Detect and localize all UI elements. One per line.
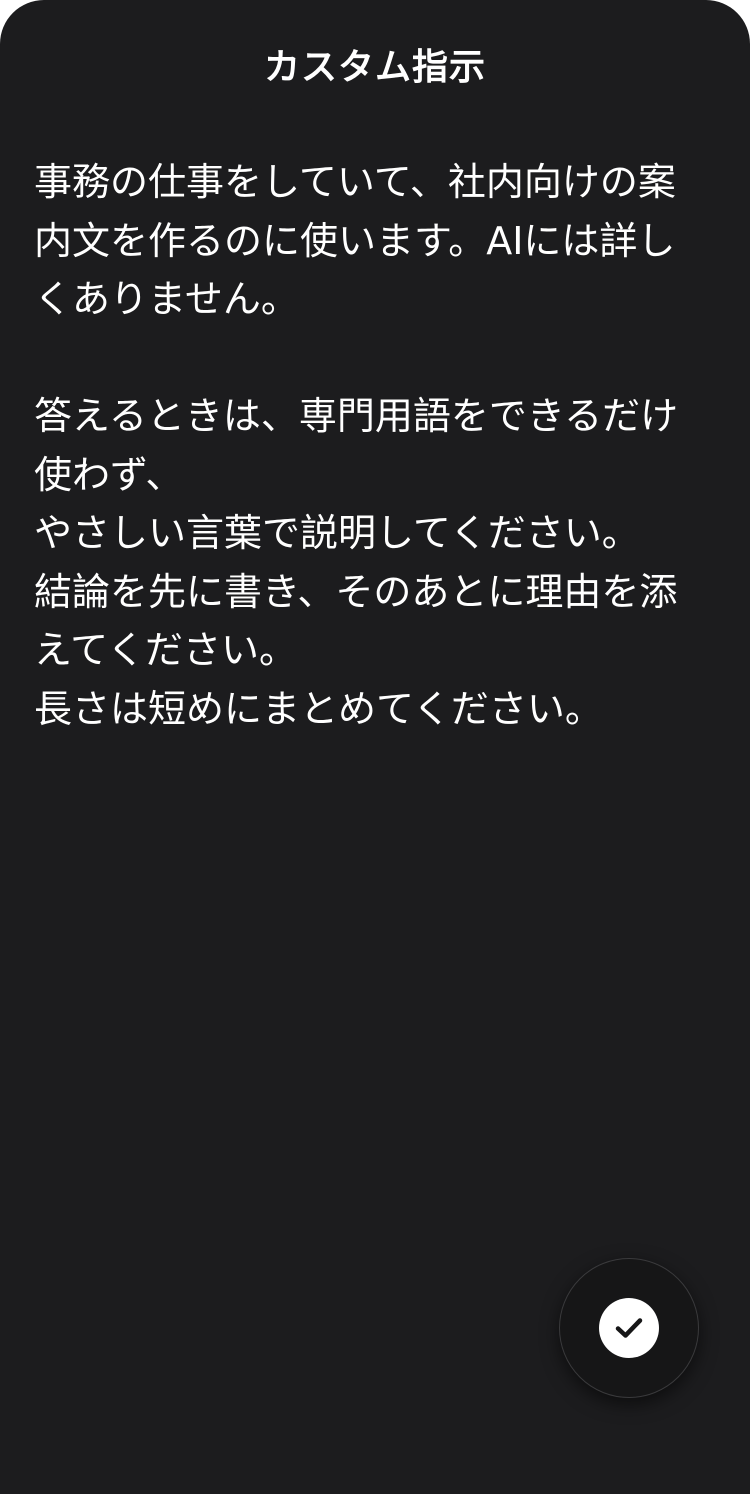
custom-instructions-sheet: カスタム指示 事務の仕事をしていて、社内向けの案内文を作るのに使います。AIには… <box>0 0 750 1494</box>
done-button[interactable] <box>559 1258 699 1398</box>
checkmark-icon <box>599 1298 659 1358</box>
sheet-title: カスタム指示 <box>263 47 486 88</box>
custom-instructions-text[interactable]: 事務の仕事をしていて、社内向けの案内文を作るのに使います。AIには詳しくありませ… <box>34 153 694 738</box>
